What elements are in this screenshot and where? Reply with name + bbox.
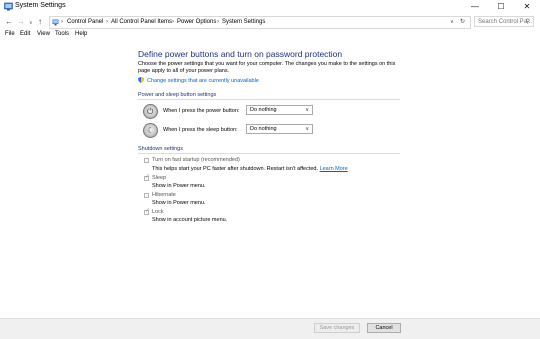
sleep-label: Sleep: [152, 175, 167, 181]
sleep-button-icon: ☾: [143, 123, 158, 138]
breadcrumb-all-items[interactable]: All Control Panel Items: [111, 17, 172, 28]
menu-tools[interactable]: Tools: [55, 31, 69, 37]
sleep-button-select[interactable]: Do nothing ∨: [246, 124, 313, 134]
divider: [138, 99, 400, 100]
power-button-label: When I press the power button:: [163, 108, 240, 114]
main-content: Define power buttons and turn on passwor…: [0, 40, 540, 318]
page-description: Choose the power settings that you want …: [138, 61, 396, 74]
learn-more-link[interactable]: Learn More: [320, 166, 348, 172]
breadcrumb-control-panel[interactable]: Control Panel: [67, 17, 103, 28]
hibernate-desc: Show in Power menu.: [152, 200, 206, 206]
window-title: System Settings: [15, 2, 66, 9]
chevron-right-icon: ›: [217, 19, 219, 25]
menu-edit[interactable]: Edit: [20, 31, 30, 37]
power-section-title: Power and sleep button settings: [138, 92, 217, 98]
fast-startup-label: Turn on fast startup (recommended): [152, 157, 240, 163]
chevron-down-icon: ∨: [305, 126, 309, 132]
refresh-icon[interactable]: ↻: [460, 17, 465, 28]
divider: [138, 153, 400, 154]
menu-file[interactable]: File: [5, 31, 15, 37]
up-arrow-icon[interactable]: ↑: [38, 17, 42, 27]
menu-help[interactable]: Help: [75, 31, 87, 37]
power-button-icon: ⏻: [143, 104, 158, 119]
lock-desc: Show in account picture menu.: [152, 217, 228, 223]
recent-locations-chevron-icon[interactable]: ∨: [29, 18, 33, 28]
hibernate-checkbox[interactable]: [144, 193, 149, 198]
breadcrumb[interactable]: › Control Panel › All Control Panel Item…: [49, 16, 471, 29]
forward-arrow-icon[interactable]: →: [17, 17, 25, 27]
menu-view[interactable]: View: [37, 31, 50, 37]
breadcrumb-power-options[interactable]: Power Options: [177, 17, 216, 28]
checkmark-icon: ✓: [145, 208, 151, 214]
menu-bar: File Edit View Tools Help: [0, 30, 540, 40]
save-changes-button[interactable]: Save changes: [314, 323, 360, 333]
maximize-icon[interactable]: ☐: [488, 0, 514, 14]
lock-label: Lock: [152, 209, 164, 215]
search-placeholder: Search Control Pa...: [478, 19, 533, 25]
lock-checkbox[interactable]: ✓: [144, 208, 151, 215]
chevron-right-icon: ›: [172, 19, 174, 25]
search-icon: ⚲: [525, 19, 530, 25]
page-title: Define power buttons and turn on passwor…: [138, 49, 343, 59]
title-bar: System Settings — ☐ ✕: [0, 0, 540, 15]
uac-shield-icon: [138, 77, 144, 83]
cancel-button[interactable]: Cancel: [367, 323, 401, 333]
change-settings-link[interactable]: Change settings that are currently unava…: [138, 77, 259, 84]
chevron-right-icon: ›: [106, 19, 108, 25]
control-panel-icon: [4, 2, 13, 11]
sleep-checkbox[interactable]: ✓: [144, 174, 151, 181]
search-input[interactable]: Search Control Pa... ⚲: [474, 16, 534, 27]
sleep-desc: Show in Power menu.: [152, 183, 206, 189]
breadcrumb-system-settings[interactable]: System Settings: [222, 17, 265, 28]
address-bar: ← → ∨ ↑ › Control Panel › All Control Pa…: [0, 14, 540, 30]
close-icon[interactable]: ✕: [514, 0, 540, 14]
power-button-select[interactable]: Do nothing ∨: [246, 105, 313, 115]
footer-bar: Save changes Cancel: [0, 318, 540, 339]
change-settings-link-text[interactable]: Change settings that are currently unava…: [147, 78, 259, 84]
shutdown-section-title: Shutdown settings: [138, 146, 183, 152]
sleep-button-value: Do nothing: [250, 126, 277, 132]
hibernate-label: Hibernate: [152, 192, 176, 198]
chevron-down-icon: ∨: [305, 107, 309, 113]
fast-startup-desc: This helps start your PC faster after sh…: [152, 166, 348, 172]
checkmark-icon: ✓: [145, 174, 151, 180]
back-arrow-icon[interactable]: ←: [5, 17, 13, 27]
control-panel-path-icon: [52, 19, 59, 26]
chevron-right-icon: ›: [61, 19, 63, 25]
chevron-down-icon[interactable]: ∨: [450, 17, 454, 28]
power-button-value: Do nothing: [250, 107, 277, 113]
minimize-icon[interactable]: —: [462, 0, 488, 14]
sleep-button-label: When I press the sleep button:: [163, 127, 238, 133]
fast-startup-checkbox[interactable]: [144, 158, 149, 163]
